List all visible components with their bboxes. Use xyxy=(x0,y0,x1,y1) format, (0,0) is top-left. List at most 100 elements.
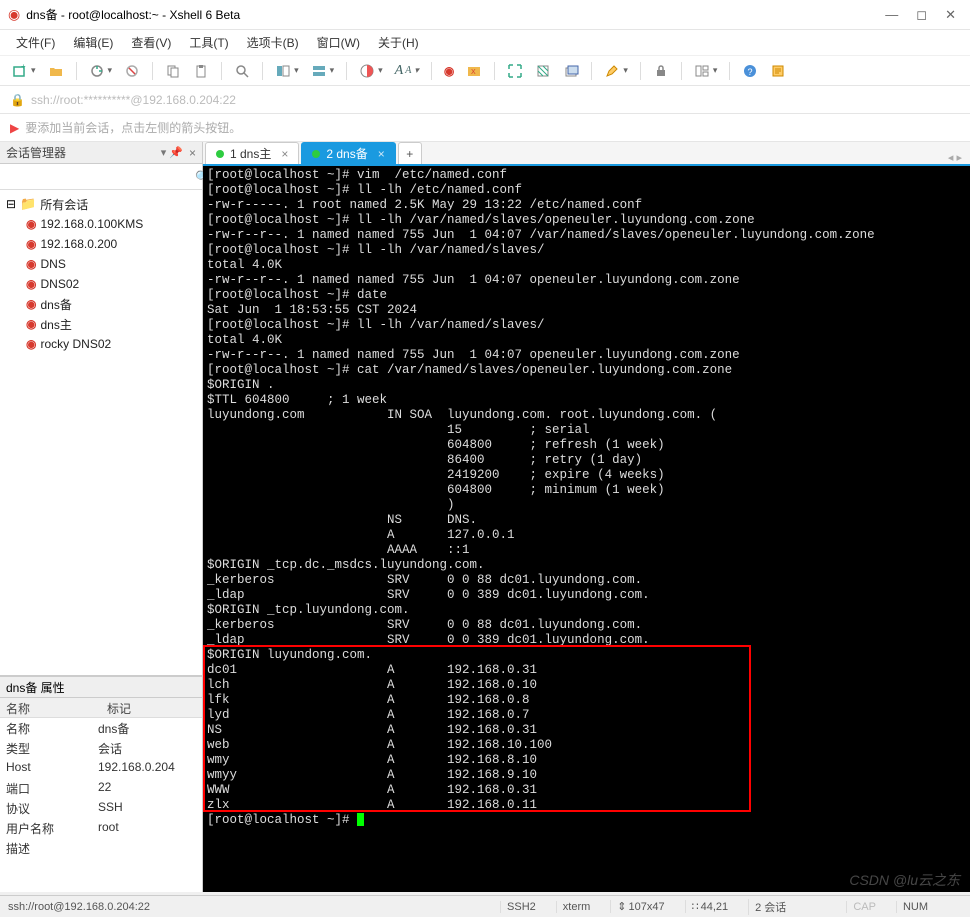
fullscreen-button[interactable] xyxy=(503,61,527,81)
copy-button[interactable] xyxy=(161,61,185,81)
props-col-value: 标记 xyxy=(101,698,202,717)
xagent-button[interactable]: ◉ xyxy=(440,62,458,80)
lock-icon: 🔒 xyxy=(10,93,25,107)
new-tab-button[interactable]: + xyxy=(398,142,422,164)
tab-nav-arrows[interactable]: ◂ ▸ xyxy=(940,151,970,164)
svg-text:X: X xyxy=(471,69,476,76)
session-item[interactable]: ◉rocky DNS02 xyxy=(2,334,200,354)
props-row: 用户名称root xyxy=(0,818,202,838)
prop-value: dns备 xyxy=(92,718,202,738)
reconnect-button[interactable]: ▾ xyxy=(85,61,117,81)
paste-button[interactable] xyxy=(189,61,213,81)
session-icon: ◉ xyxy=(26,217,36,231)
prop-value: 22 xyxy=(92,778,202,798)
menu-view[interactable]: 查看(V) xyxy=(125,32,177,53)
status-sessions: 2 会话 xyxy=(748,899,792,915)
session-item[interactable]: ◉DNS xyxy=(2,254,200,274)
flag-icon: ▶ xyxy=(10,121,19,135)
open-button[interactable] xyxy=(44,61,68,81)
session-icon: ◉ xyxy=(26,277,36,291)
session-tab[interactable]: 1 dns主 × xyxy=(205,142,299,164)
props-row: 类型会话 xyxy=(0,738,202,758)
layout-button[interactable]: ▾ xyxy=(690,61,722,81)
watermark: CSDN @lu云之东 xyxy=(849,873,960,888)
app-icon: ◉ xyxy=(8,6,20,23)
prop-key: 协议 xyxy=(0,798,92,818)
session-panel-title: 会话管理器 xyxy=(6,144,66,161)
session-label: 192.168.0.100KMS xyxy=(40,217,143,231)
xftp-button[interactable]: X xyxy=(462,61,486,81)
menu-file[interactable]: 文件(F) xyxy=(10,32,61,53)
window-title: dns备 - root@localhost:~ - Xshell 6 Beta xyxy=(26,6,240,23)
color-scheme-button[interactable]: ▾ xyxy=(355,61,387,81)
tab-close-icon[interactable]: × xyxy=(378,147,385,161)
disconnect-button[interactable] xyxy=(120,61,144,81)
sessions-panel-button[interactable]: ▾ xyxy=(271,61,303,81)
close-button[interactable]: ✕ xyxy=(945,8,956,21)
pin-icon[interactable]: ▾ 📌 xyxy=(161,146,183,159)
props-title: dns备 属性 xyxy=(6,679,65,696)
session-search: 🔍 xyxy=(0,164,202,190)
session-icon: ◉ xyxy=(26,317,36,331)
folder-icon: 📁 xyxy=(20,196,36,212)
session-tree: ⊟ 📁 所有会话 ◉ 192.168.0.100KMS ◉ 192.168.0.200… xyxy=(0,190,202,676)
props-row: 描述 xyxy=(0,838,202,858)
toolbar: +▾ ▾ ▾ ▾ ▾ AA▾ ◉ X ▾ ▾ ? xyxy=(0,56,970,86)
script-button[interactable] xyxy=(766,61,790,81)
props-col-name: 名称 xyxy=(0,698,101,717)
session-label: DNS02 xyxy=(40,277,79,291)
session-icon: ◉ xyxy=(26,297,36,311)
prop-key: 描述 xyxy=(0,838,92,858)
svg-text:?: ? xyxy=(748,67,753,77)
menu-edit[interactable]: 编辑(E) xyxy=(67,32,119,53)
menu-window[interactable]: 窗口(W) xyxy=(311,32,366,53)
address-bar[interactable]: 🔒 ssh://root:**********@192.168.0.204:22 xyxy=(0,86,970,114)
session-tab[interactable]: 2 dns备× xyxy=(301,142,395,164)
session-label: 192.168.0.200 xyxy=(40,237,117,251)
tunnel-panel-button[interactable]: ▾ xyxy=(307,61,339,81)
minimize-button[interactable]: — xyxy=(885,8,898,21)
highlight-button[interactable]: ▾ xyxy=(600,61,632,81)
panel-close-icon[interactable]: × xyxy=(189,146,196,160)
session-item[interactable]: ◉ dns主 xyxy=(2,314,200,334)
session-sidebar: 会话管理器 ▾ 📌 × 🔍 ⊟ 📁 所有会话 ◉ 192.168.0.100KMS… xyxy=(0,142,203,892)
tree-root[interactable]: ⊟ 📁 所有会话 xyxy=(2,194,200,214)
status-size: ⇕107x47 xyxy=(610,900,670,913)
lock-button[interactable] xyxy=(649,61,673,81)
svg-text:+: + xyxy=(21,63,26,71)
terminal-cursor xyxy=(357,813,364,826)
tab-close-icon[interactable]: × xyxy=(281,147,288,161)
props-row: 端口22 xyxy=(0,778,202,798)
tab-label: 1 dns主 xyxy=(230,145,271,162)
session-item[interactable]: ◉ 192.168.0.100KMS xyxy=(2,214,200,234)
session-label: DNS xyxy=(40,257,65,271)
ontop-button[interactable] xyxy=(559,61,583,81)
maximize-button[interactable]: ◻ xyxy=(916,8,927,21)
new-session-button[interactable]: +▾ xyxy=(8,61,40,81)
session-item[interactable]: ◉ dns备 xyxy=(2,294,200,314)
terminal[interactable]: [root@localhost ~]# vim /etc/named.conf … xyxy=(203,166,970,892)
content-area: 1 dns主×2 dns备× + ◂ ▸ [root@localhost ~]#… xyxy=(203,142,970,892)
transparency-button[interactable] xyxy=(531,61,555,81)
main-area: 会话管理器 ▾ 📌 × 🔍 ⊟ 📁 所有会话 ◉ 192.168.0.100KMS… xyxy=(0,142,970,892)
session-label: dns备 xyxy=(40,296,71,313)
search-input[interactable] xyxy=(0,164,189,189)
titlebar: ◉ dns备 - root@localhost:~ - Xshell 6 Bet… xyxy=(0,0,970,30)
session-item[interactable]: ◉ DNS02 xyxy=(2,274,200,294)
session-label: dns主 xyxy=(40,316,71,333)
session-item[interactable]: ◉ 192.168.0.200 xyxy=(2,234,200,254)
prop-value xyxy=(92,838,202,858)
help-button[interactable]: ? xyxy=(738,61,762,81)
props-row: 协议SSH xyxy=(0,798,202,818)
session-icon: ◉ xyxy=(26,237,36,251)
find-button[interactable] xyxy=(230,61,254,81)
font-button[interactable]: AA▾ xyxy=(391,61,423,81)
status-connection: ssh://root@192.168.0.204:22 xyxy=(8,901,150,913)
prop-value: 192.168.0.204 xyxy=(92,758,202,778)
status-num: NUM xyxy=(896,901,934,913)
menu-about[interactable]: 关于(H) xyxy=(372,32,425,53)
menu-tabs[interactable]: 选项卡(B) xyxy=(241,32,305,53)
menu-tools[interactable]: 工具(T) xyxy=(183,32,234,53)
expand-icon[interactable]: ⊟ xyxy=(6,197,16,211)
prop-key: Host xyxy=(0,758,92,778)
